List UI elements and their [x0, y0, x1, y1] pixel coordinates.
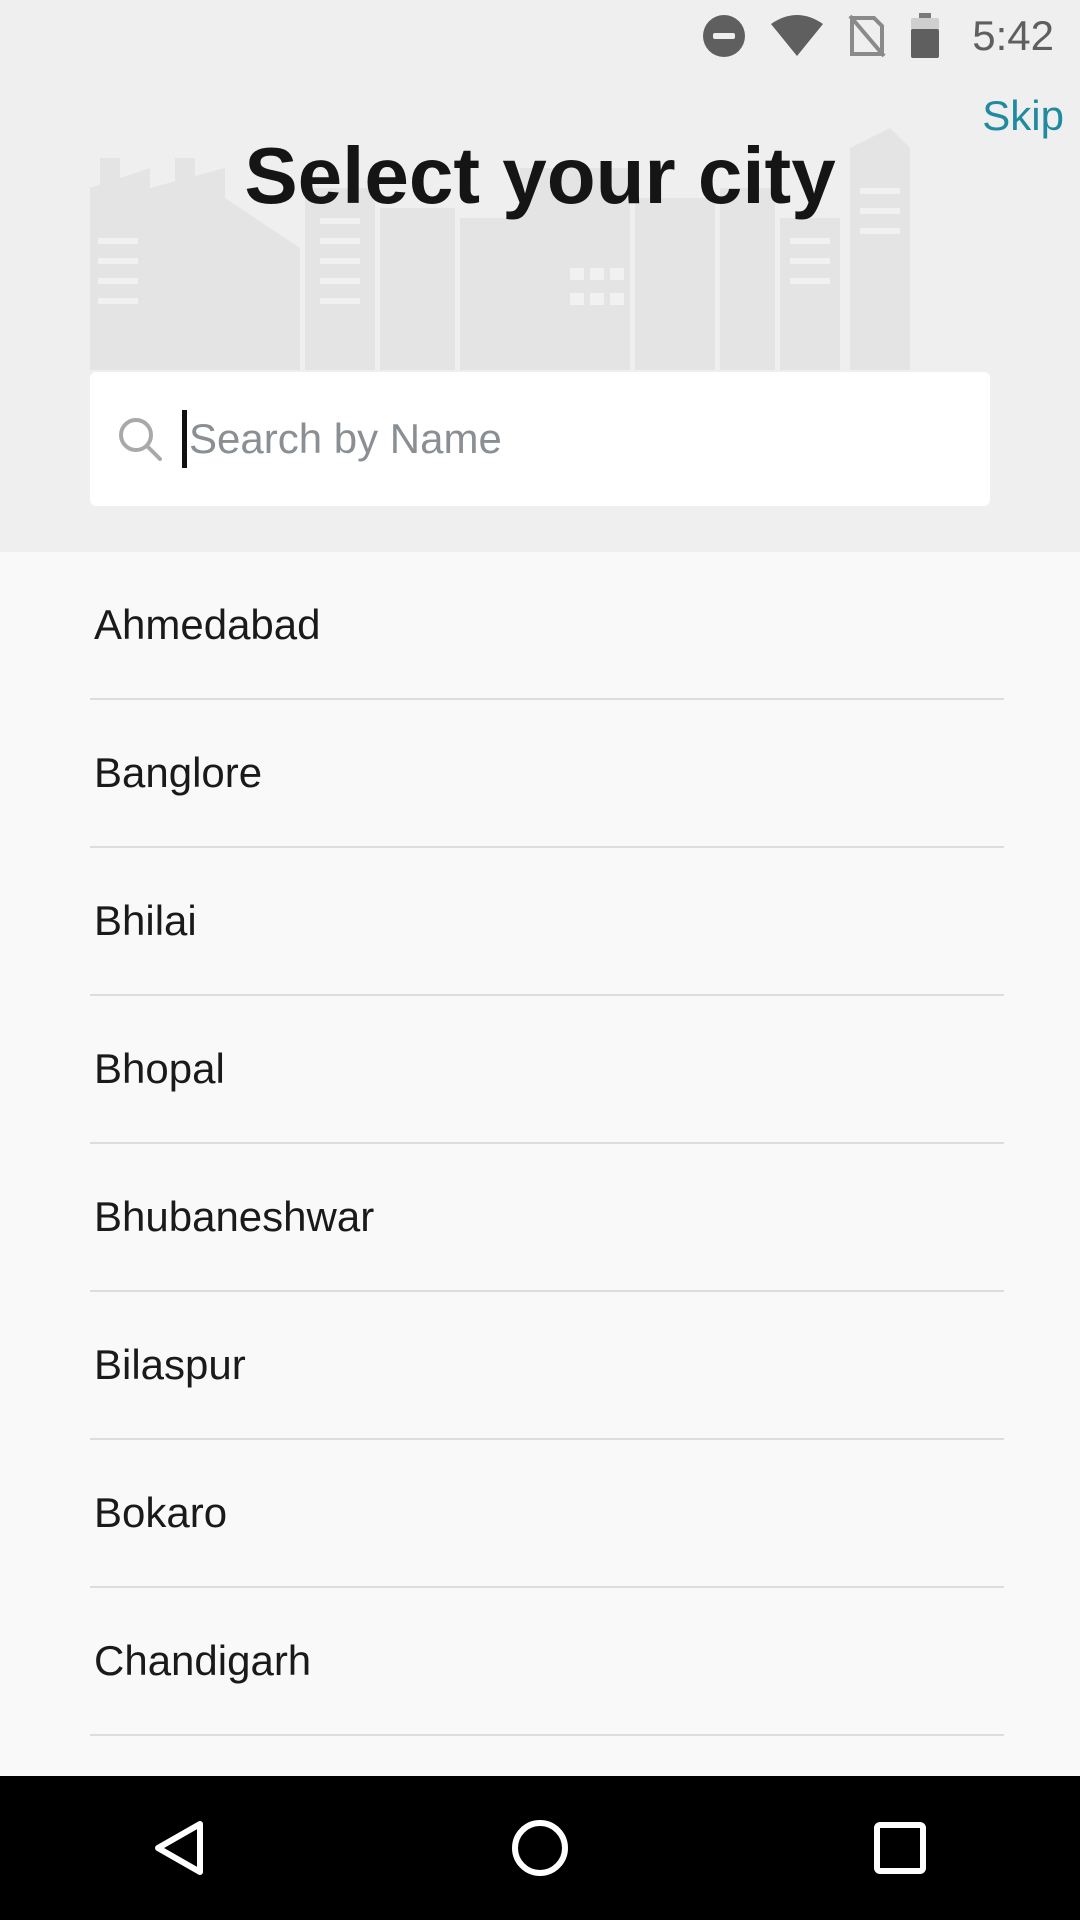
city-label: Banglore [94, 749, 263, 796]
recents-icon [874, 1822, 926, 1874]
no-sim-icon [848, 14, 886, 58]
list-item[interactable]: Bokaro [90, 1440, 1004, 1588]
recents-button[interactable] [840, 1788, 960, 1908]
city-list: Ahmedabad Banglore Bhilai Bhopal Bhubane… [0, 552, 1080, 1736]
navigation-bar [0, 1776, 1080, 1920]
list-item[interactable]: Bhopal [90, 996, 1004, 1144]
search-box[interactable] [90, 372, 990, 506]
header: 5:42 Skip Select your city [0, 0, 1080, 552]
status-bar: 5:42 [0, 0, 1080, 72]
city-label: Bhopal [94, 1045, 225, 1092]
clock: 5:42 [972, 12, 1054, 59]
page-title: Select your city [244, 131, 836, 220]
list-item[interactable]: Banglore [90, 700, 1004, 848]
list-item[interactable]: Ahmedabad [90, 552, 1004, 700]
back-icon [155, 1821, 203, 1875]
search-input[interactable] [189, 415, 929, 463]
list-item[interactable]: Bilaspur [90, 1292, 1004, 1440]
text-cursor [182, 410, 187, 468]
city-label: Bhubaneshwar [94, 1193, 375, 1240]
do-not-disturb-icon [702, 14, 746, 58]
search-icon [118, 415, 166, 463]
list-item[interactable]: Bhilai [90, 848, 1004, 996]
city-label: Ahmedabad [94, 601, 321, 648]
wifi-icon [770, 14, 824, 58]
home-button[interactable] [480, 1788, 600, 1908]
list-item[interactable]: Chandigarh [90, 1588, 1004, 1736]
city-label: Bilaspur [94, 1341, 246, 1388]
back-button[interactable] [120, 1788, 240, 1908]
home-icon [512, 1820, 568, 1876]
city-label: Bokaro [94, 1489, 228, 1536]
city-label: Chandigarh [94, 1637, 312, 1684]
battery-icon [910, 13, 940, 59]
list-item[interactable]: Bhubaneshwar [90, 1144, 1004, 1292]
city-label: Bhilai [94, 897, 197, 944]
